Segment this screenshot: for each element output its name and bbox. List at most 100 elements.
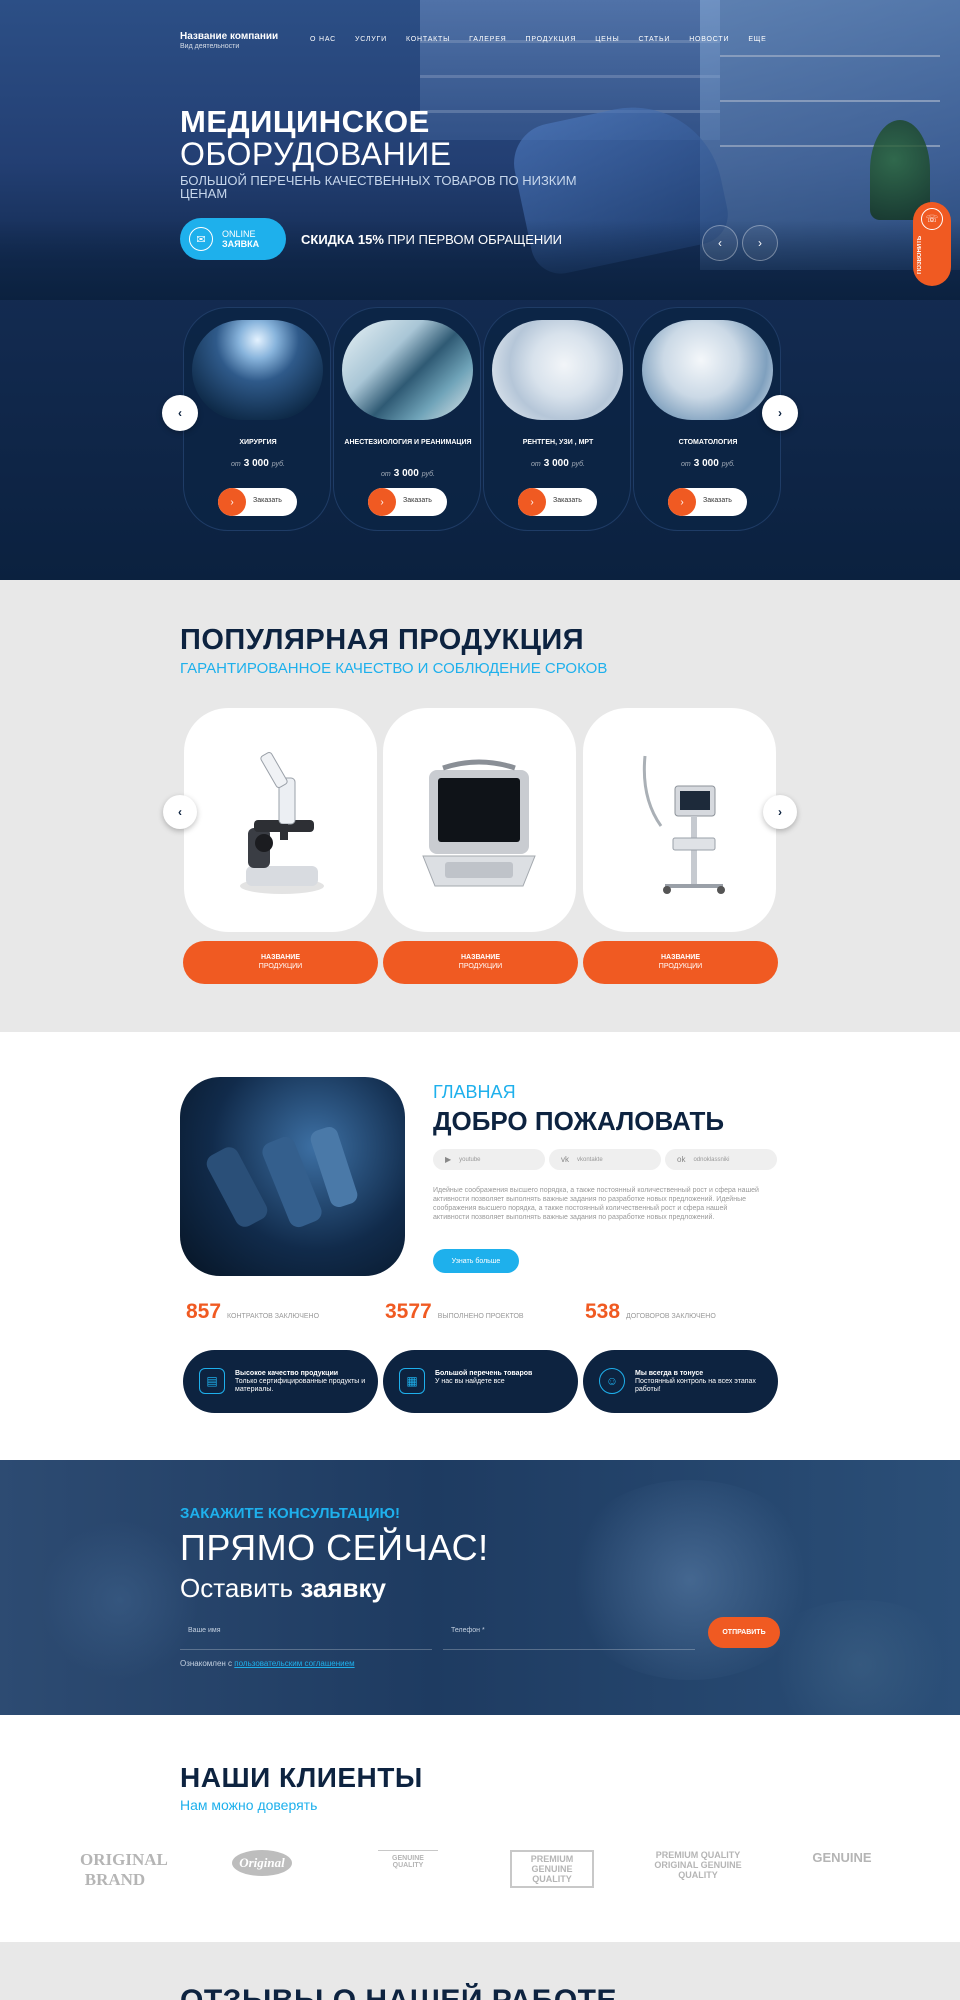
catalog-icon: ▦ (399, 1368, 425, 1394)
consultation-section (0, 1460, 960, 1715)
stat-agreements: 538 ДОГОВОРОВ ЗАКЛЮЧЕНО (585, 1300, 716, 1323)
product-card[interactable] (184, 708, 377, 932)
online-request-button[interactable]: ✉ ONLINE ЗАЯВКА (180, 218, 286, 260)
nav-item-services[interactable]: УСЛУГИ (355, 36, 387, 43)
online-label: ONLINE (222, 229, 256, 239)
arrow-right-icon: › (518, 488, 546, 516)
product-card[interactable] (383, 708, 576, 932)
order-button[interactable]: › Заказать (668, 488, 747, 516)
service-price: от 3 000 руб. (231, 458, 285, 469)
send-button[interactable]: ОТПРАВИТЬ (708, 1617, 780, 1648)
learn-more-button[interactable]: Узнать больше (433, 1249, 519, 1273)
product-name-button[interactable]: НАЗВАНИЕ ПРОДУКЦИИ (583, 941, 778, 984)
product-card[interactable] (583, 708, 776, 932)
envelope-icon: ✉ (189, 227, 213, 251)
chevron-right-icon: › (758, 236, 762, 250)
clients-title: НАШИ КЛИЕНТЫ (180, 1762, 423, 1793)
order-button[interactable]: › Заказать (368, 488, 447, 516)
nav-item-news[interactable]: НОВОСТИ (689, 36, 729, 43)
vk-icon: vk (561, 1155, 569, 1164)
chevron-left-icon: ‹ (178, 805, 182, 819)
welcome-title: ДОБРО ПОЖАЛОВАТЬ (433, 1106, 725, 1136)
lens-shapes (206, 1126, 358, 1228)
reviews-title: ОТЗЫВЫ О НАШЕЙ РАБОТЕ (180, 1984, 617, 2000)
nav-item-articles[interactable]: СТАТЬИ (639, 36, 671, 43)
order-button[interactable]: › Заказать (218, 488, 297, 516)
dentistry-photo (642, 320, 773, 420)
ultrasound-scanner-icon (422, 759, 536, 887)
nav-item-contacts[interactable]: КОНТАКТЫ (406, 36, 450, 43)
client-logo[interactable]: PREMIUM QUALITY ORIGINAL GENUINE QUALITY (643, 1850, 753, 1880)
nav-item-gallery[interactable]: ГАЛЕРЕЯ (469, 36, 506, 43)
service-card[interactable]: РЕНТГЕН, УЗИ , МРТ от 3 000 руб. › Заказать (483, 307, 631, 531)
odnoklassniki-link[interactable]: ok odnoklassniki (665, 1149, 777, 1170)
client-logo[interactable]: ORIGINAL BRAND (80, 1850, 168, 1890)
service-card[interactable]: ХИРУРГИЯ от 3 000 руб. › Заказать (183, 307, 331, 531)
discount-amount: СКИДКА 15% (301, 232, 384, 247)
certificate-icon: ▤ (199, 1368, 225, 1394)
client-logo[interactable]: GENUINE QUALITY (378, 1850, 438, 1869)
consult-subheadline: Оставить заявку (180, 1573, 386, 1603)
service-price: от 3 000 руб. (531, 458, 585, 469)
company-name: Название компании (180, 31, 279, 42)
feature-quality: ▤ Высокое качество продукции Только серти… (183, 1350, 378, 1413)
hero-prev-button[interactable]: ‹ (702, 225, 738, 261)
request-label: ЗАЯВКА (222, 239, 260, 249)
stat-projects: 3577 ВЫПОЛНЕНО ПРОЕКТОВ (385, 1300, 524, 1323)
service-price: от 3 000 руб. (381, 468, 435, 479)
arrow-right-icon: › (218, 488, 246, 516)
product-name-button[interactable]: НАЗВАНИЕ ПРОДУКЦИИ (383, 941, 578, 984)
stat-contracts: 857 КОНТРАКТОВ ЗАКЛЮЧЕНО (186, 1300, 320, 1323)
clients-section (0, 1715, 960, 1942)
feature-catalog: ▦ Большой перечень товаров У нас вы найде… (383, 1350, 578, 1413)
services-next-button[interactable]: › (762, 395, 798, 431)
welcome-text: Идейные соображения высшего порядка, а т… (433, 1187, 759, 1221)
youtube-icon: ▶ (445, 1155, 452, 1164)
service-card[interactable]: СТОМАТОЛОГИЯ от 3 000 руб. › Заказать (633, 307, 781, 531)
reviews-section: ОТЗЫВЫ О НАШЕЙ РАБОТЕ (0, 1942, 960, 2000)
callback-label: ПОЗВОНИТЬ (917, 235, 923, 275)
order-button[interactable]: › Заказать (518, 488, 597, 516)
popular-title: ПОПУЛЯРНАЯ ПРОДУКЦИЯ (180, 624, 585, 656)
services-prev-button[interactable]: ‹ (162, 395, 198, 431)
microscope-icon (240, 752, 324, 894)
vkontakte-link[interactable]: vk vkontakte (549, 1149, 661, 1170)
phone-field[interactable]: Телефон * (443, 1614, 695, 1650)
service-title: РЕНТГЕН, УЗИ , МРТ (522, 439, 594, 446)
chevron-left-icon: ‹ (178, 406, 182, 420)
name-field[interactable]: Ваше имя (180, 1614, 432, 1650)
microscope-lens-photo (180, 1077, 405, 1276)
service-card[interactable]: АНЕСТЕЗИОЛОГИЯ И РЕАНИМАЦИЯ от 3 000 руб. … (333, 307, 481, 531)
company-brand[interactable]: Название компании Вид деятельности (180, 31, 278, 50)
service-title: ХИРУРГИЯ (239, 439, 277, 446)
hero-next-button[interactable]: › (742, 225, 778, 261)
user-agreement-link[interactable]: пользовательским соглашением (234, 1659, 354, 1668)
products-next-button[interactable]: › (763, 795, 797, 829)
hero-subtitle: БОЛЬШОЙ ПЕРЕЧЕНЬ КАЧЕСТВЕННЫХ ТОВАРОВ ПО… (180, 173, 577, 201)
anesthesiology-photo (342, 320, 473, 420)
nav-item-products[interactable]: ПРОДУКЦИЯ (526, 36, 577, 43)
client-logo[interactable]: GENUINE (805, 1850, 879, 1865)
callback-widget[interactable]: ☏ ПОЗВОНИТЬ (913, 202, 951, 286)
service-title: СТОМАТОЛОГИЯ (678, 439, 738, 446)
nav-item-about[interactable]: О НАС (310, 36, 336, 43)
main-nav: О НАС УСЛУГИ КОНТАКТЫ ГАЛЕРЕЯ ПРОДУКЦИЯ … (310, 36, 786, 43)
nav-item-more[interactable]: ЕЩЕ (748, 36, 766, 43)
product-name-button[interactable]: НАЗВАНИЕ ПРОДУКЦИИ (183, 941, 378, 984)
client-logo[interactable]: Original (232, 1850, 292, 1876)
feature-control: ☺ Мы всегда в тонусе Постоянный контроль … (583, 1350, 778, 1413)
nav-item-prices[interactable]: ЦЕНЫ (595, 36, 619, 43)
client-logo[interactable]: PREMIUM GENUINE QUALITY (510, 1850, 594, 1888)
xray-photo (492, 320, 623, 420)
consult-kicker: ЗАКАЖИТЕ КОНСУЛЬТАЦИЮ! (180, 1505, 400, 1522)
chevron-right-icon: › (778, 805, 782, 819)
discount-banner: СКИДКА 15% ПРИ ПЕРВОМ ОБРАЩЕНИИ (301, 232, 562, 247)
phone-icon: ☏ (921, 208, 943, 230)
consult-headline: ПРЯМО СЕЙЧАС! (180, 1527, 489, 1568)
popular-subtitle: ГАРАНТИРОВАННОЕ КАЧЕСТВО И СОБЛЮДЕНИЕ СР… (180, 660, 608, 677)
arrow-right-icon: › (668, 488, 696, 516)
clients-subtitle: Нам можно доверять (180, 1797, 318, 1813)
products-prev-button[interactable]: ‹ (163, 795, 197, 829)
hero-title-light: ОБОРУДОВАНИЕ (180, 136, 452, 172)
youtube-link[interactable]: ▶ youtube (433, 1149, 545, 1170)
